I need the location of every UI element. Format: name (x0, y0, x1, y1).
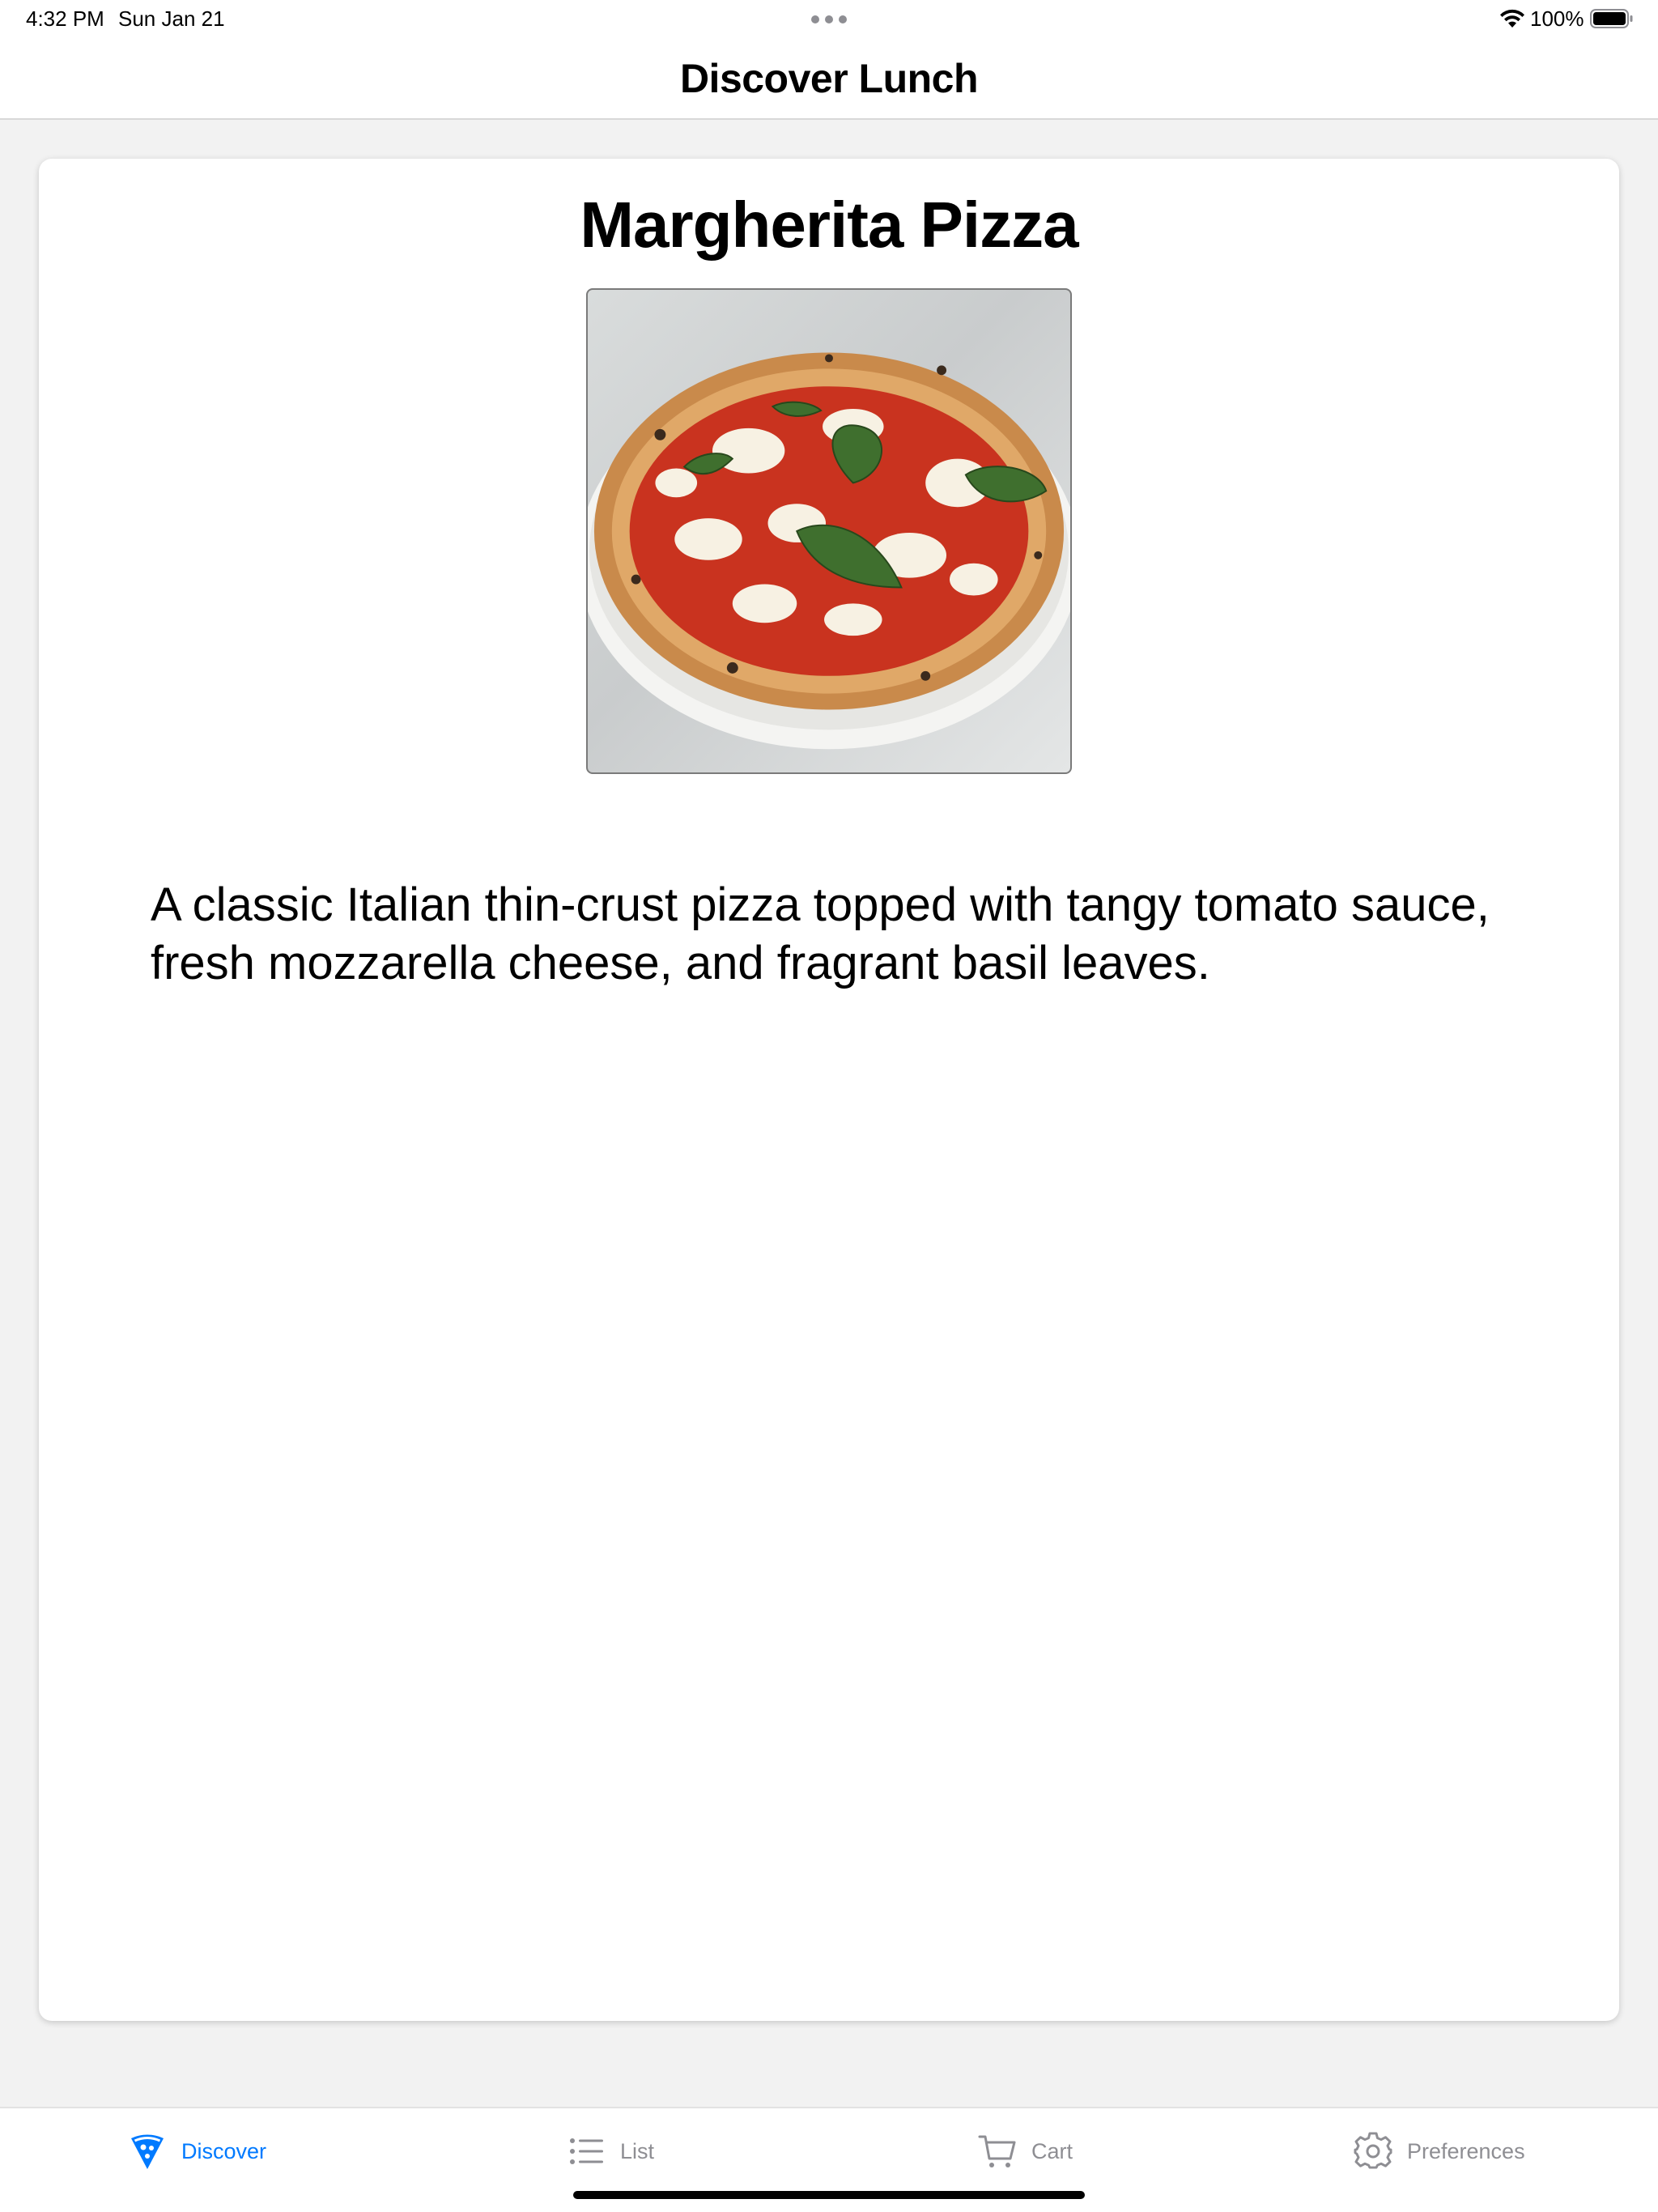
cart-icon (978, 2135, 1016, 2167)
home-indicator[interactable] (573, 2191, 1085, 2199)
tab-preferences[interactable]: Preferences (1354, 2129, 1525, 2173)
list-icon (570, 2138, 603, 2164)
gear-icon (1354, 2132, 1392, 2169)
food-title: Margherita Pizza (580, 189, 1078, 261)
tab-label: Cart (1031, 2138, 1073, 2163)
tab-label: Preferences (1407, 2138, 1525, 2163)
battery-icon (1590, 9, 1633, 28)
pizza-slice-icon (131, 2134, 164, 2169)
page-title: Discover Lunch (679, 56, 979, 101)
food-description: A classic Italian thin-crust pizza toppe… (151, 878, 1490, 989)
navigation-bar: Discover Lunch (0, 39, 1658, 120)
tab-cart[interactable]: Cart (978, 2129, 1073, 2173)
food-card: Margherita Pizza A classic Italian thin-… (39, 159, 1619, 2021)
status-bar: 4:32 PM Sun Jan 21 100% (0, 0, 1658, 39)
status-date: Sun Jan 21 (118, 6, 225, 31)
tab-label: List (620, 2138, 655, 2163)
battery-percentage: 100% (1530, 6, 1584, 31)
status-time: 4:32 PM (26, 6, 104, 31)
wifi-icon (1500, 9, 1524, 28)
tab-discover[interactable]: Discover (128, 2129, 266, 2173)
tab-list[interactable]: List (567, 2129, 654, 2173)
pizza-photo (586, 288, 1072, 774)
tab-label: Discover (181, 2138, 267, 2163)
tab-bar: Discover List Cart Preferences (0, 2107, 1658, 2212)
multitask-dots-icon[interactable] (811, 15, 847, 23)
